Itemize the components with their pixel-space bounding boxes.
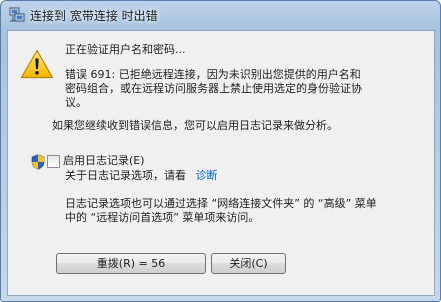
enable-logging-label[interactable]: 启用日志记录(E) (63, 154, 145, 168)
logging-about-line: 关于日志记录选项，请看 诊断 (65, 169, 218, 183)
error-text-line1: 错误 691: 已拒绝远程连接，因为未识别出您提供的用户名和 (65, 68, 361, 81)
error-text-line2: 密码组合，或在远程访问服务器上禁止使用选定的身份验证协 (65, 82, 362, 95)
status-text: 正在验证用户名和密码... (65, 43, 186, 56)
continue-hint-text: 如果您继续收到错误信息，您可以启用日志记录来做分析。 (52, 119, 338, 132)
network-connection-icon (9, 7, 25, 22)
diagnose-link[interactable]: 诊断 (196, 169, 218, 182)
uac-shield-icon (31, 154, 45, 170)
error-dialog: 连接到 宽带连接 时出错 正在验证用户名和密码... 错误 691: 已拒绝远程… (0, 0, 441, 302)
logging-info-line1: 日志记录选项也可以通过选择 “网络连接文件夹” 的 “高级” 菜单 (65, 197, 377, 210)
window-title: 连接到 宽带连接 时出错 (30, 9, 158, 23)
logging-info-line2: 中的 “远程访问首选项” 菜单项来访问。 (65, 211, 260, 224)
logging-about-text: 关于日志记录选项，请看 (65, 169, 186, 182)
error-text-line3: 议。 (65, 96, 87, 109)
dialog-body: 正在验证用户名和密码... 错误 691: 已拒绝远程连接，因为未识别出您提供的… (7, 30, 435, 296)
title-bar[interactable]: 连接到 宽带连接 时出错 (1, 1, 440, 29)
redial-button[interactable]: 重拨(R) = 56 (56, 253, 206, 274)
warning-icon (20, 49, 54, 79)
enable-logging-checkbox[interactable] (47, 155, 60, 168)
close-button[interactable]: 关闭(C) (211, 253, 286, 274)
